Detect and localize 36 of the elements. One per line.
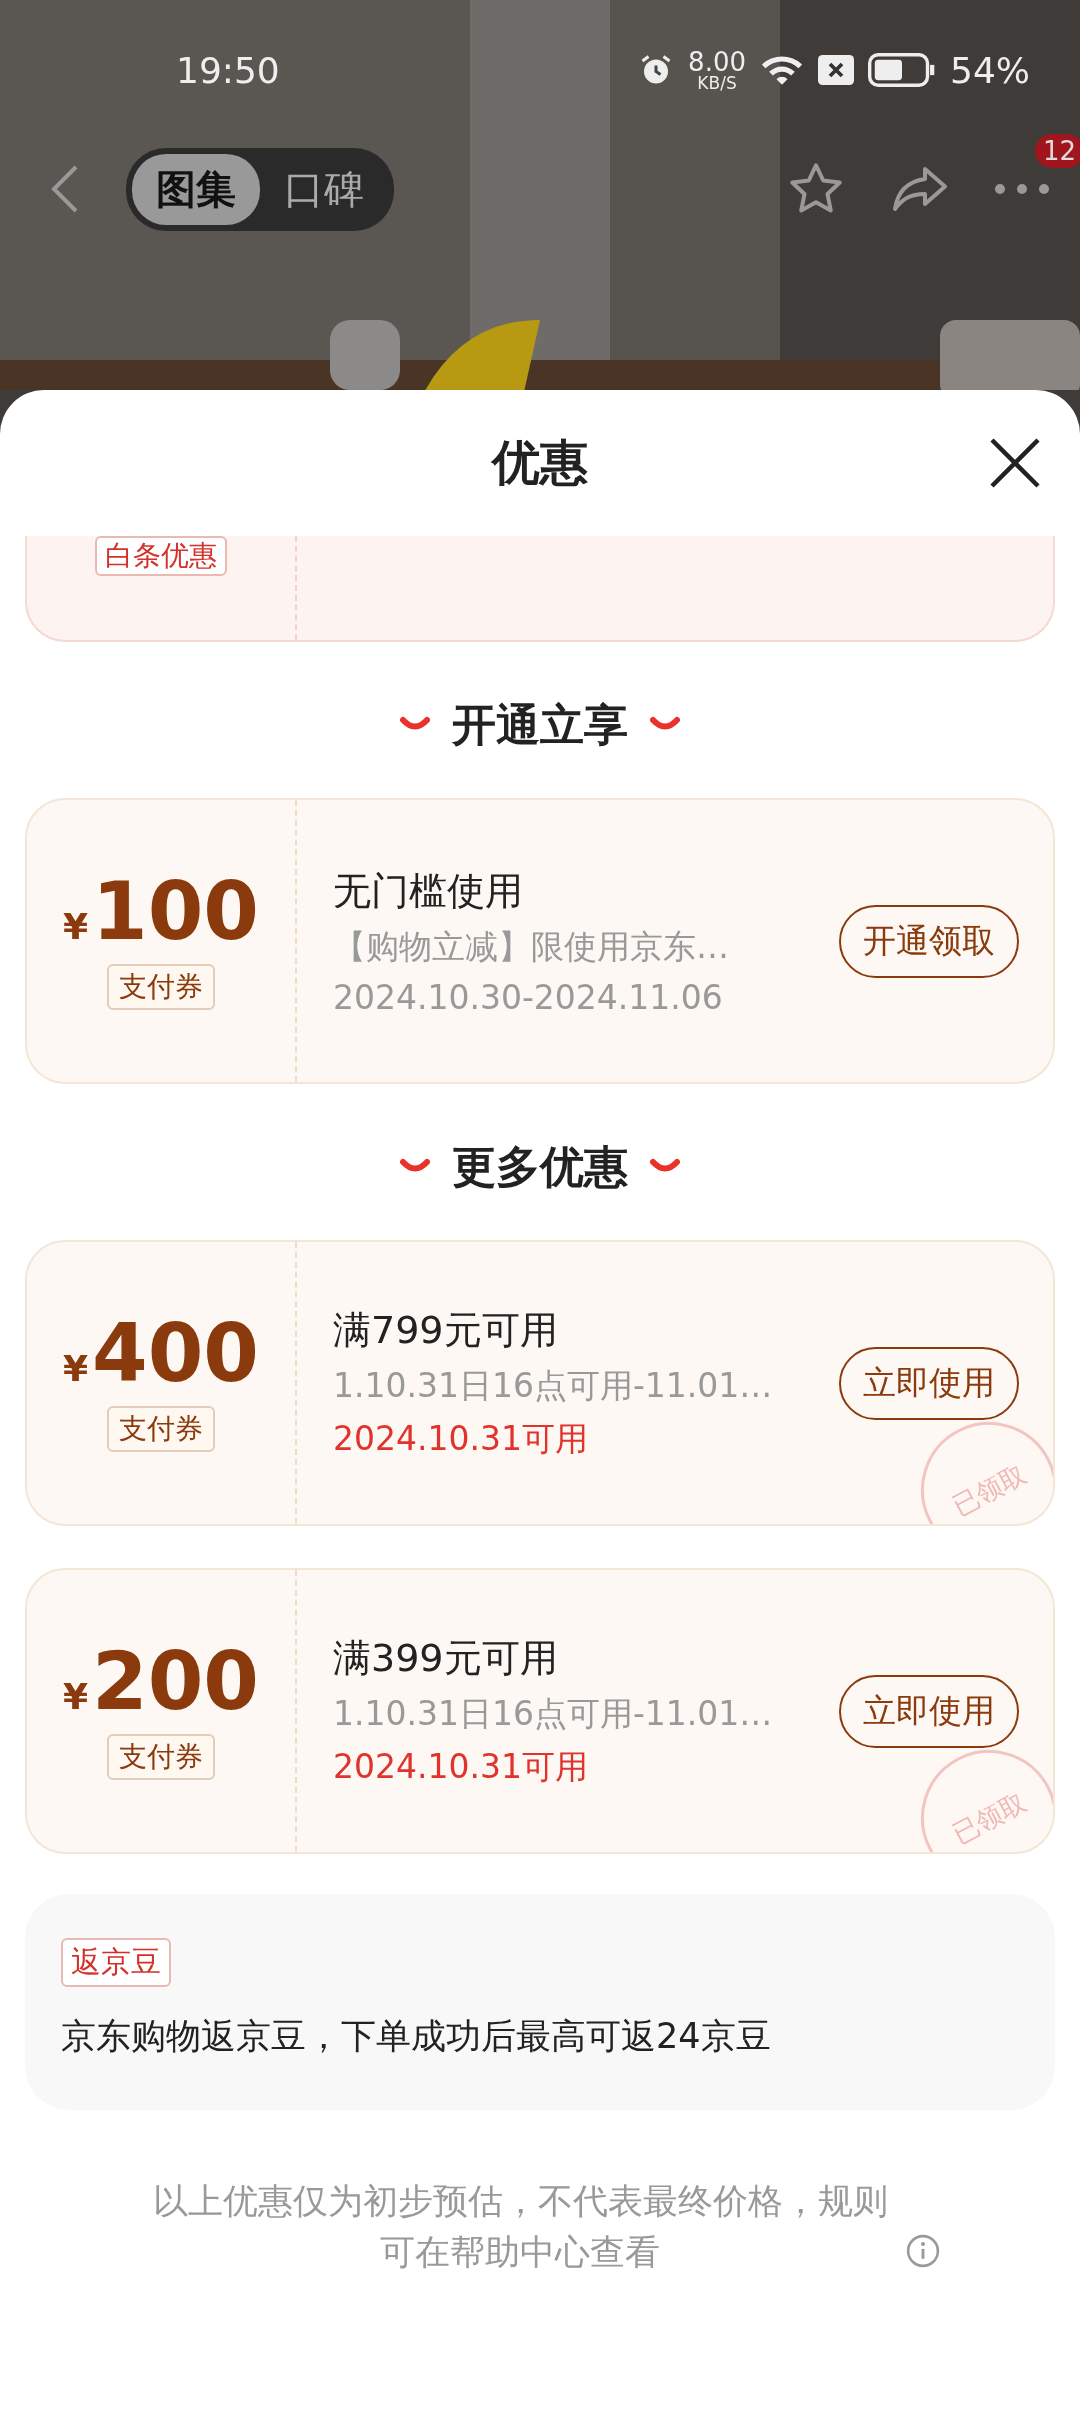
bean-description: 京东购物返京豆，下单成功后最高可返24京豆 [61,2015,771,2058]
coupon-title: 无门槛使用 [333,867,524,915]
section-heading: 更多优惠 [452,1139,628,1194]
more-icon[interactable] [994,182,1050,195]
coupon-date: 2024.10.30-2024.11.06 [333,977,724,1017]
coupon-description: 【购物立减】限使用京东… [333,925,730,968]
coupon-amount: ¥200 [62,1642,260,1722]
info-icon[interactable] [906,2233,940,2268]
coupon-action-button[interactable]: 立即使用 [839,1674,1019,1748]
network-speed: 8.00 KB/S [688,48,746,92]
coupon-title: 满399元可用 [333,1634,559,1682]
coupon-type-tag: 支付券 [107,1406,215,1452]
coupon-type-tag: 白条优惠 [95,536,227,577]
back-icon[interactable] [50,163,80,215]
bean-tag: 返京豆 [61,1938,171,1987]
sheet-title: 优惠 [492,433,588,492]
wifi-icon [760,53,804,87]
battery-icon [868,53,936,87]
coupon-type-tag: 支付券 [107,1734,215,1780]
coupon-date: 2024.10.31可用 [333,1745,589,1788]
coupon-description: 1.10.31日16点可用-11.01… [333,1364,774,1407]
coupon-title: 满799元可用 [333,1306,559,1354]
coupon-action-button[interactable]: 立即使用 [839,1346,1019,1420]
view-tab[interactable]: 图集 [132,153,260,225]
status-time: 19:50 [176,49,281,91]
coupon-date: 2024.10.31可用 [333,1417,589,1460]
battery-level: 54% [950,49,1030,91]
coupon-amount: ¥100 [62,872,260,952]
no-sim-icon [818,54,854,86]
disclaimer-text: 以上优惠仅为初步预估，不代表最终价格，规则可在帮助中心查看 [151,2180,889,2274]
section-heading: 开通立享 [452,697,628,752]
coupon-type-tag: 支付券 [107,964,215,1010]
view-tab[interactable]: 口碑 [260,153,388,225]
coupon-action-button[interactable]: 开通领取 [839,904,1019,978]
coupon-description: 1.10.31日16点可用-11.01… [333,1692,774,1735]
coupon-amount: ¥400 [62,1314,260,1394]
